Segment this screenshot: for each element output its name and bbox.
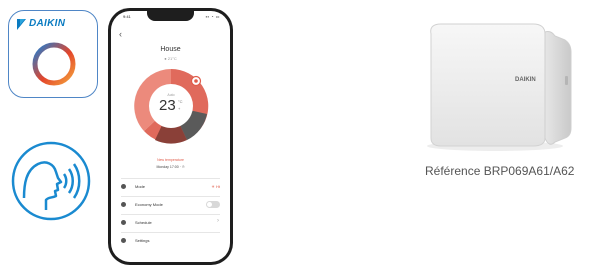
wifi-controller-device bbox=[427, 23, 572, 151]
screen-title: House bbox=[160, 46, 181, 53]
settings-icon bbox=[121, 238, 126, 243]
economy-icon bbox=[121, 202, 126, 207]
back-icon[interactable]: ‹ bbox=[119, 29, 122, 39]
device-brand-label: DAIKIN bbox=[515, 77, 536, 83]
menu-label: Mode bbox=[135, 184, 146, 189]
dial-degree: °C bbox=[178, 99, 183, 104]
menu-row-mode[interactable]: Mode ☀ Ht bbox=[121, 178, 220, 193]
daikin-logo-mark-accent bbox=[20, 19, 25, 25]
ring-icon bbox=[32, 42, 76, 86]
economy-toggle[interactable] bbox=[206, 201, 220, 208]
dial-temperature: 23 bbox=[159, 97, 176, 114]
product-reference: Référence BRP069A61/A62 bbox=[425, 164, 575, 178]
schedule-time: Monday 17:00 · ⏱ bbox=[156, 165, 185, 169]
menu-row-settings[interactable]: Settings bbox=[121, 232, 220, 247]
dial-readout: Auto 23 °C + bbox=[153, 88, 189, 124]
menu-row-economy[interactable]: Economy Mode bbox=[121, 196, 220, 211]
status-time: 9:41 bbox=[123, 14, 131, 19]
menu-value: ☀ Ht bbox=[211, 184, 220, 189]
schedule-note: New temperature bbox=[157, 158, 184, 162]
menu-label: Schedule bbox=[135, 220, 152, 225]
phone-mockup: 9:41 ▪▪ ◔ ▭ ‹ House ● 21°C Auto 23 °C + … bbox=[108, 8, 233, 265]
toggle-knob bbox=[207, 202, 212, 207]
dial-plus[interactable]: + bbox=[178, 106, 180, 111]
screen-subtitle: ● 21°C bbox=[164, 56, 177, 61]
chevron-right-icon: › bbox=[217, 218, 219, 224]
app-brand-name: DAIKIN bbox=[29, 18, 66, 29]
menu-label: Settings bbox=[135, 238, 150, 243]
phone-screen: 9:41 ▪▪ ◔ ▭ ‹ House ● 21°C Auto 23 °C + … bbox=[111, 11, 230, 262]
status-icons: ▪▪ ◔ ▭ bbox=[205, 14, 220, 19]
menu-label: Economy Mode bbox=[135, 202, 163, 207]
menu-row-schedule[interactable]: Schedule › bbox=[121, 214, 220, 229]
phone-notch bbox=[147, 11, 194, 21]
daikin-app-icon[interactable]: DAIKIN bbox=[8, 10, 98, 98]
voice-assistant-icon bbox=[11, 141, 91, 221]
mode-icon bbox=[121, 184, 126, 189]
schedule-icon bbox=[121, 220, 126, 225]
